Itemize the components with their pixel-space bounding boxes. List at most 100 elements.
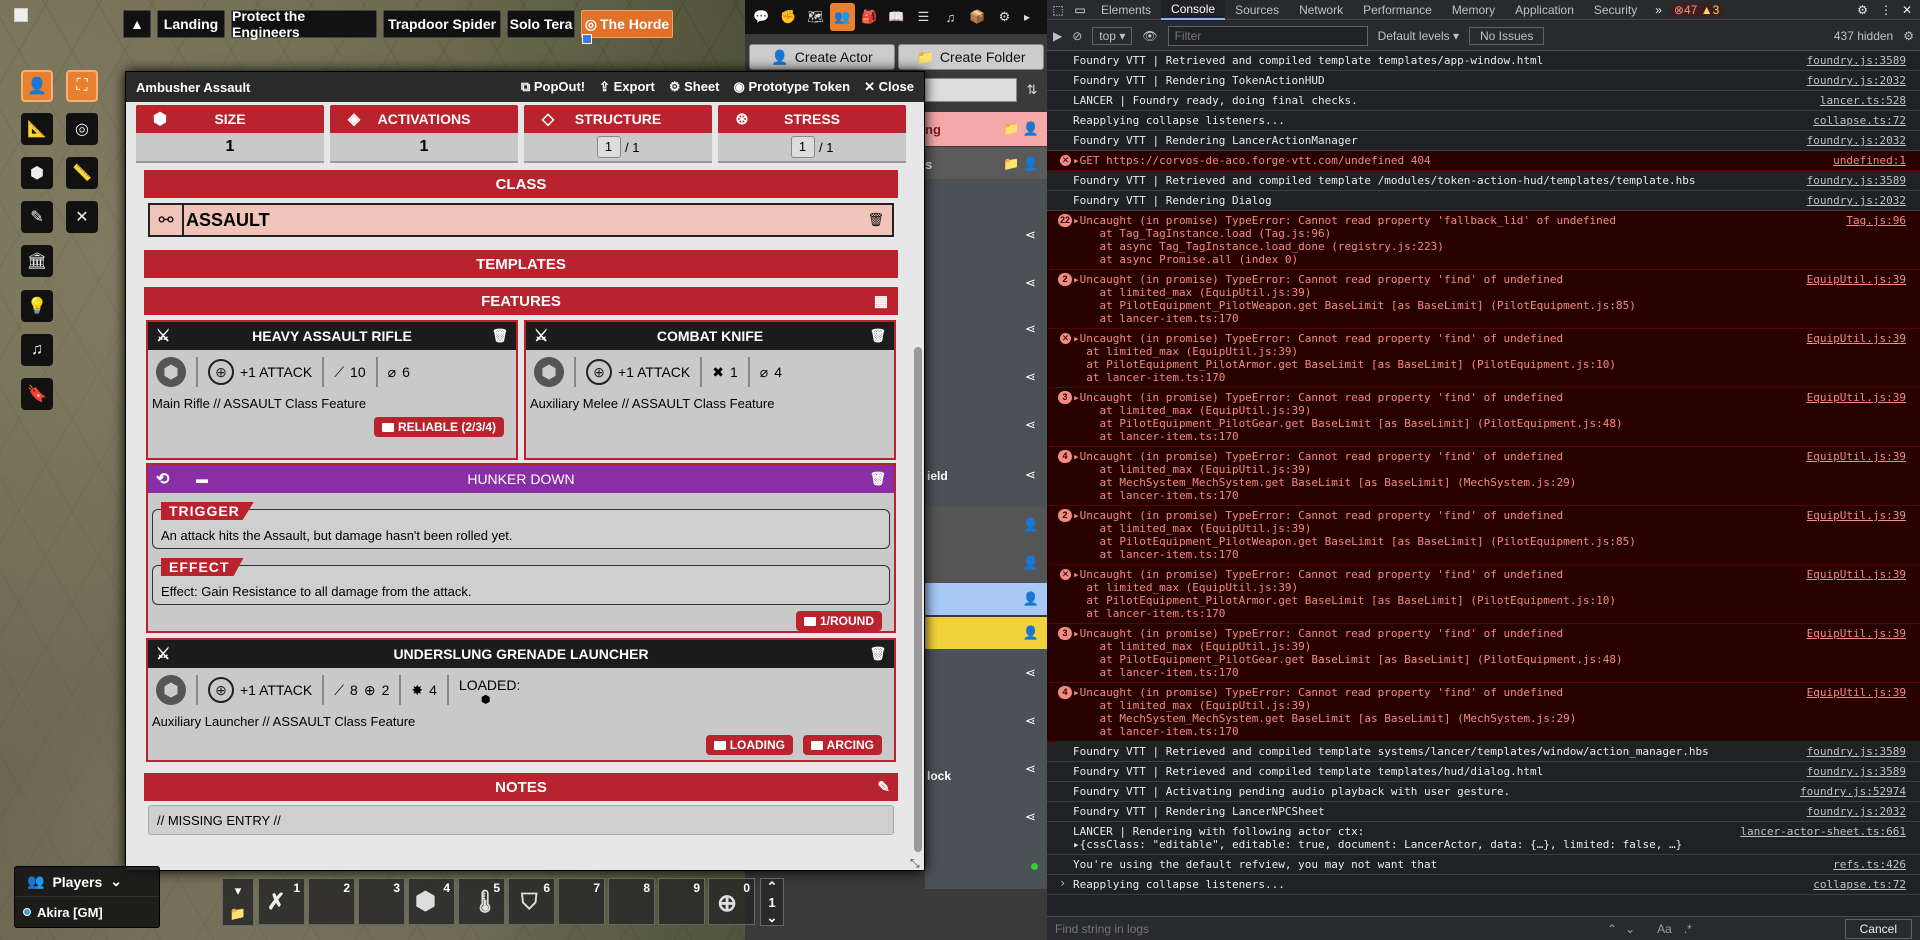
console-message[interactable]: LANCER | Rendering with following actor … — [1047, 822, 1920, 855]
sheet-config-link[interactable]: ⚙ Sheet — [669, 79, 720, 95]
tag-loading[interactable]: LOADING — [705, 735, 794, 755]
error-count-badge[interactable]: ⊗47 ▲3 — [1669, 2, 1724, 17]
console-message[interactable]: ✕ ▸GET https://corvos-de-aco.forge-vtt.co… — [1047, 151, 1920, 171]
d20-icon[interactable]: ⬢ — [156, 675, 186, 705]
source-link[interactable]: EquipUtil.js:39 — [1807, 332, 1906, 345]
source-link[interactable]: collapse.ts:72 — [1813, 878, 1906, 891]
source-link[interactable]: EquipUtil.js:39 — [1807, 391, 1906, 404]
page-up-icon[interactable]: ⌃ — [767, 879, 778, 895]
console-message[interactable]: You're using the default refview, you ma… — [1047, 855, 1920, 875]
sidebar-toggle-icon[interactable]: ▶ — [1053, 29, 1062, 43]
source-link[interactable]: foundry.js:3589 — [1807, 54, 1906, 67]
prototype-token-link[interactable]: ◉ Prototype Token — [734, 79, 851, 95]
page-down-icon[interactable]: ⌄ — [767, 910, 778, 926]
eye-icon[interactable]: 👁 — [1142, 29, 1157, 43]
share-icon[interactable]: ⋖ — [1025, 321, 1036, 337]
search-next-icon[interactable]: ⌄ — [1625, 922, 1635, 936]
playlists-icon[interactable]: ♫ — [938, 3, 963, 31]
players-header[interactable]: 👥 Players ⌄ — [15, 867, 159, 897]
trash-icon[interactable]: 🗑 — [869, 328, 886, 344]
hotbar-slot[interactable]: 0 ⊕ — [708, 878, 755, 925]
source-link[interactable]: foundry.js:2032 — [1807, 74, 1906, 87]
share-icon[interactable]: ⋖ — [1025, 761, 1036, 777]
share-icon[interactable]: ⋖ — [1025, 665, 1036, 681]
settings-icon[interactable]: ⚙ — [992, 3, 1017, 31]
tab-memory[interactable]: Memory — [1442, 0, 1505, 20]
source-link[interactable]: foundry.js:3589 — [1807, 765, 1906, 778]
clear-console-icon[interactable]: ⊘ — [1072, 29, 1082, 43]
source-link[interactable]: lancer.ts:528 — [1820, 94, 1906, 107]
sidebar-more-icon[interactable]: ▸ — [1019, 3, 1035, 31]
tag-arcing[interactable]: ARCING — [802, 735, 882, 755]
console-message[interactable]: 2 ▸Uncaught (in promise) TypeError: Canno… — [1047, 506, 1920, 565]
more-tabs-icon[interactable]: » — [1647, 3, 1670, 17]
stress-input[interactable]: 1 — [790, 136, 815, 158]
regex-icon[interactable]: .* — [1684, 922, 1692, 936]
tables-icon[interactable]: ☰ — [911, 3, 936, 31]
console-message[interactable]: Foundry VTT | Retrieved and compiled tem… — [1047, 742, 1920, 762]
console-message[interactable]: Foundry VTT | Rendering LancerActionMana… — [1047, 131, 1920, 151]
hotbar-slot[interactable]: 3 — [358, 878, 405, 925]
log-levels-dropdown[interactable]: Default levels ▾ — [1378, 29, 1459, 43]
tab-performance[interactable]: Performance — [1353, 0, 1442, 20]
tag-1-round[interactable]: 1/ROUND — [795, 611, 882, 631]
console-message[interactable]: Foundry VTT | Retrieved and compiled tem… — [1047, 762, 1920, 782]
combat-icon[interactable]: ✊ — [776, 3, 801, 31]
caret-down-icon[interactable]: ▾ — [235, 883, 242, 899]
actor-name[interactable]: ield — [925, 469, 948, 483]
console-message[interactable]: Reapplying collapse listeners... collapse… — [1047, 111, 1920, 131]
sheet-header[interactable]: Ambusher Assault ⧉ PopOut! ⇪ Export ⚙ Sh… — [126, 72, 924, 102]
trash-icon[interactable]: 🗑 — [869, 646, 886, 662]
source-link[interactable]: foundry.js:3589 — [1807, 174, 1906, 187]
hotbar-slot[interactable]: 5 🌡 — [458, 878, 505, 925]
walls-controls-button[interactable]: 🏛 — [21, 245, 53, 277]
class-item[interactable]: ⚯ ASSAULT 🗑 — [148, 203, 894, 237]
attack-bonus[interactable]: +1 ATTACK — [618, 364, 690, 380]
match-case-icon[interactable]: Aa — [1657, 922, 1672, 936]
hotbar-slot[interactable]: 1 ✗ — [258, 878, 305, 925]
tab-sources[interactable]: Sources — [1225, 0, 1289, 20]
find-in-logs-input[interactable] — [1055, 919, 1595, 938]
console-message[interactable]: Foundry VTT | Rendering TokenActionHUD fo… — [1047, 71, 1920, 91]
measure-controls-button[interactable]: 📐 — [21, 113, 53, 145]
close-icon[interactable]: ✕ — [1898, 3, 1920, 17]
folder-row[interactable]: 👤 — [925, 617, 1047, 649]
scene-nav-toggle[interactable]: ▲ — [123, 10, 151, 38]
tab-application[interactable]: Application — [1505, 0, 1584, 20]
export-link[interactable]: ⇪ Export — [599, 79, 655, 95]
console-message[interactable]: Foundry VTT | Rendering LancerNPCSheet fo… — [1047, 802, 1920, 822]
trash-icon[interactable]: 🗑 — [867, 212, 884, 228]
close-link[interactable]: ✕ Close — [864, 79, 914, 95]
settings-icon[interactable]: ⚙ — [1851, 3, 1874, 17]
source-link[interactable]: EquipUtil.js:39 — [1807, 686, 1906, 699]
token-controls-button[interactable]: 👤 — [21, 70, 53, 102]
console-prompt-icon[interactable]: › — [1059, 876, 1066, 890]
select-targets-button[interactable]: ⛶ — [66, 70, 98, 102]
console-filter-input[interactable] — [1167, 25, 1368, 46]
tab-security[interactable]: Security — [1584, 0, 1647, 20]
edit-icon[interactable]: ✎ — [877, 778, 890, 796]
scene-tab-protect-engineers[interactable]: Protect the Engineers — [231, 8, 377, 40]
game-canvas[interactable]: ▲ Landing Protect the Engineers Trapdoor… — [0, 0, 1047, 940]
share-icon[interactable]: ⋖ — [1025, 275, 1036, 291]
console-message[interactable]: ✕ ▸Uncaught (in promise) TypeError: Canno… — [1047, 329, 1920, 388]
drawing-controls-button[interactable]: ✎ — [21, 201, 53, 233]
lighting-controls-button[interactable]: 💡 — [21, 290, 53, 322]
source-link[interactable]: refs.ts:426 — [1833, 858, 1906, 871]
issues-button[interactable]: No Issues — [1468, 26, 1545, 45]
notes-controls-button[interactable]: 🔖 — [21, 378, 53, 410]
create-folder-button[interactable]: 📁 Create Folder — [898, 44, 1044, 70]
hotbar-slot[interactable]: 8 — [608, 878, 655, 925]
source-link[interactable]: lancer-actor-sheet.ts:661 — [1740, 825, 1906, 838]
console-message[interactable]: Foundry VTT | Rendering Dialog foundry.js… — [1047, 191, 1920, 211]
scene-tab-landing[interactable]: Landing — [157, 10, 225, 38]
notes-content[interactable]: // MISSING ENTRY // — [148, 805, 894, 835]
add-user-icon[interactable]: 👤 — [1023, 555, 1039, 571]
add-user-icon[interactable]: 👤 — [1023, 517, 1039, 533]
console-settings-icon[interactable]: ⚙ — [1903, 29, 1914, 43]
actor-name[interactable]: lock — [925, 769, 951, 783]
popout-link[interactable]: ⧉ PopOut! — [521, 79, 585, 95]
folder-add-icon[interactable]: 📁 👤 — [1003, 156, 1039, 172]
share-icon[interactable]: ⋖ — [1025, 417, 1036, 433]
source-link[interactable]: foundry.js:2032 — [1807, 194, 1906, 207]
